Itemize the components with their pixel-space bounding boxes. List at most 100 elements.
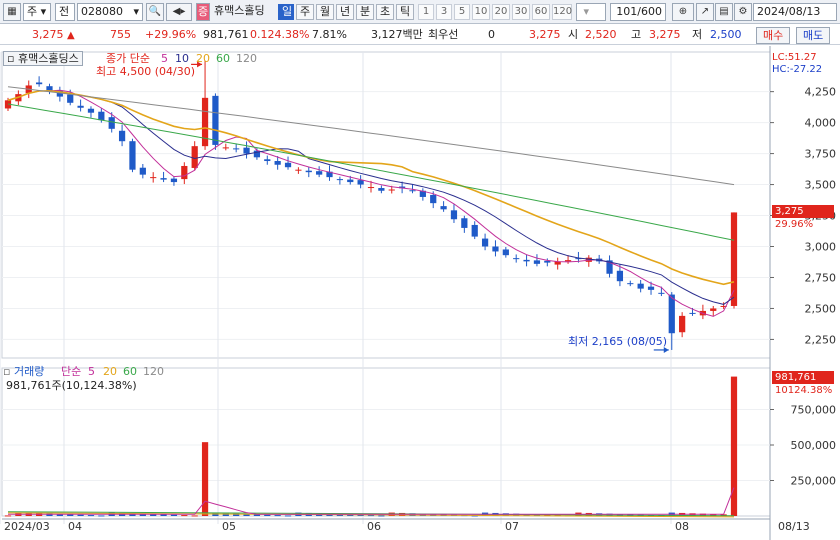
volume-bar [4,515,12,517]
buy-button[interactable]: 매수 [756,27,791,44]
best-value: 0 [488,28,495,41]
last-price-tag: 3,275 [772,205,834,218]
price-ma-label[interactable]: 종가 단순 [106,52,150,65]
period-month[interactable]: 월 [316,4,334,20]
ma120-legend[interactable]: 120 [236,52,257,65]
volume-ratio: 0.124.38% [250,28,310,41]
candle-body [222,147,229,149]
bar-count[interactable]: 101/600 [610,3,666,21]
current-price: 3,275 ▲ [32,28,75,41]
candle-body [191,146,198,168]
turnover-rate: 7.81% [312,28,347,41]
x-axis-label: 06 [367,520,381,533]
price-panel-title[interactable]: ▫ 휴맥스홀딩스 [3,51,83,66]
current-volume-label: 981,761주(10,124.38%) [6,379,137,392]
search-icon[interactable]: 🔍 [146,3,164,21]
price-tick-label: 4,000 [805,117,837,130]
candle-body [409,190,416,192]
best-label: 최우선 [428,28,459,41]
candle-body [36,82,43,85]
interval-120[interactable]: 120 [552,4,572,20]
vol-ma5-legend[interactable]: 5 [88,365,95,378]
candle-body [129,141,136,170]
stock-code-input[interactable]: 028080 ▾ [77,3,143,21]
x-axis-label: 08/13 [778,520,810,533]
grid-icon[interactable]: ▤ [715,3,733,21]
interval-1[interactable]: 1 [418,4,434,20]
volume-bar [264,514,271,516]
low-annotation: 최저 2,165 (08/05) [568,335,668,348]
candle-body [378,188,385,191]
ask-price: 3,275 [529,28,561,41]
price-panel-frame [1,51,771,359]
interval-20[interactable]: 20 [492,4,510,20]
period-day[interactable]: 일 [278,4,294,20]
chart-layout-icon[interactable]: ▦ [3,3,21,21]
volume-ma-label[interactable]: 단순 [61,365,81,378]
last-price-pct: 29.96% [775,219,814,230]
warning-badge: 증 [196,3,210,21]
volume-panel-title[interactable]: ▫ 거래량 [3,365,44,378]
period-tick[interactable]: 틱 [396,4,414,20]
high-label: 고 [631,28,642,41]
custom-interval-select[interactable]: ▾ [576,3,606,21]
vol-ma20-legend[interactable]: 20 [103,365,117,378]
ma20-legend[interactable]: 20 [196,52,210,65]
vol-ma60-legend[interactable]: 60 [123,365,137,378]
price-change-pct: +29.96% [145,28,197,41]
candle-body [450,210,458,220]
volume-bar [87,515,95,517]
candle-body [730,212,738,306]
price-volume-chart[interactable]: 2,2502,5002,7503,0003,2503,5003,7504,000… [0,46,840,540]
interval-30[interactable]: 30 [512,4,530,20]
candle-body [316,171,323,175]
stock-type-select[interactable]: 주 ▾ [23,3,51,21]
interval-60[interactable]: 60 [532,4,550,20]
candle-body [357,180,364,185]
candle-body [440,206,447,210]
prev-next-icon[interactable]: ◀▸ [166,3,192,21]
volume-bar [730,376,738,516]
price-tick-label: 2,750 [805,271,837,284]
candle-body [233,148,240,150]
vol-ma120-legend[interactable]: 120 [143,365,164,378]
trade-amount: 3,127백만 [371,28,423,41]
high-annotation: 최고 4,500 (04/30) [96,65,196,78]
interval-10[interactable]: 10 [472,4,490,20]
open-label: 시 [568,28,579,41]
draw-tool-icon[interactable]: ↗ [696,3,714,21]
candle-body [150,177,157,179]
period-minute[interactable]: 분 [356,4,374,20]
ma5-legend[interactable]: 5 [161,52,168,65]
price-tick-label: 3,750 [805,148,837,161]
price-tick-label: 2,250 [805,333,837,346]
gear-icon[interactable]: ⚙ [734,3,752,21]
sell-button[interactable]: 매도 [796,27,831,44]
candle-body [295,169,302,171]
period-year[interactable]: 년 [336,4,354,20]
candle-body [77,105,84,108]
market-select[interactable]: 전 [55,3,75,21]
date-field[interactable]: 2024/08/13 [753,3,837,21]
last-volume-tag: 981,761 [772,371,834,384]
period-second[interactable]: 초 [376,4,394,20]
candle-body [118,130,126,142]
volume-tick-label: 750,000 [791,404,837,417]
ma60-legend[interactable]: 60 [216,52,230,65]
volume-value: 981,761 [203,28,249,41]
quote-bar: 3,275 ▲ 755 +29.96% 981,761 0.124.38% 7.… [0,25,840,45]
period-week[interactable]: 주 [296,4,314,20]
volume-bar [170,514,178,516]
hc-value: HC:-27.22 [772,64,823,75]
candle-body [502,249,509,256]
settings-tools-icon[interactable]: ⊕ [672,3,694,21]
interval-3[interactable]: 3 [436,4,452,20]
volume-bar [77,514,84,516]
x-axis-label: 2024/03 [4,520,50,533]
candle-body [160,178,167,180]
price-tick-label: 4,250 [805,86,837,99]
candle-body [367,187,375,189]
candle-body [305,170,312,173]
interval-5[interactable]: 5 [454,4,470,20]
ma10-legend[interactable]: 10 [175,52,189,65]
